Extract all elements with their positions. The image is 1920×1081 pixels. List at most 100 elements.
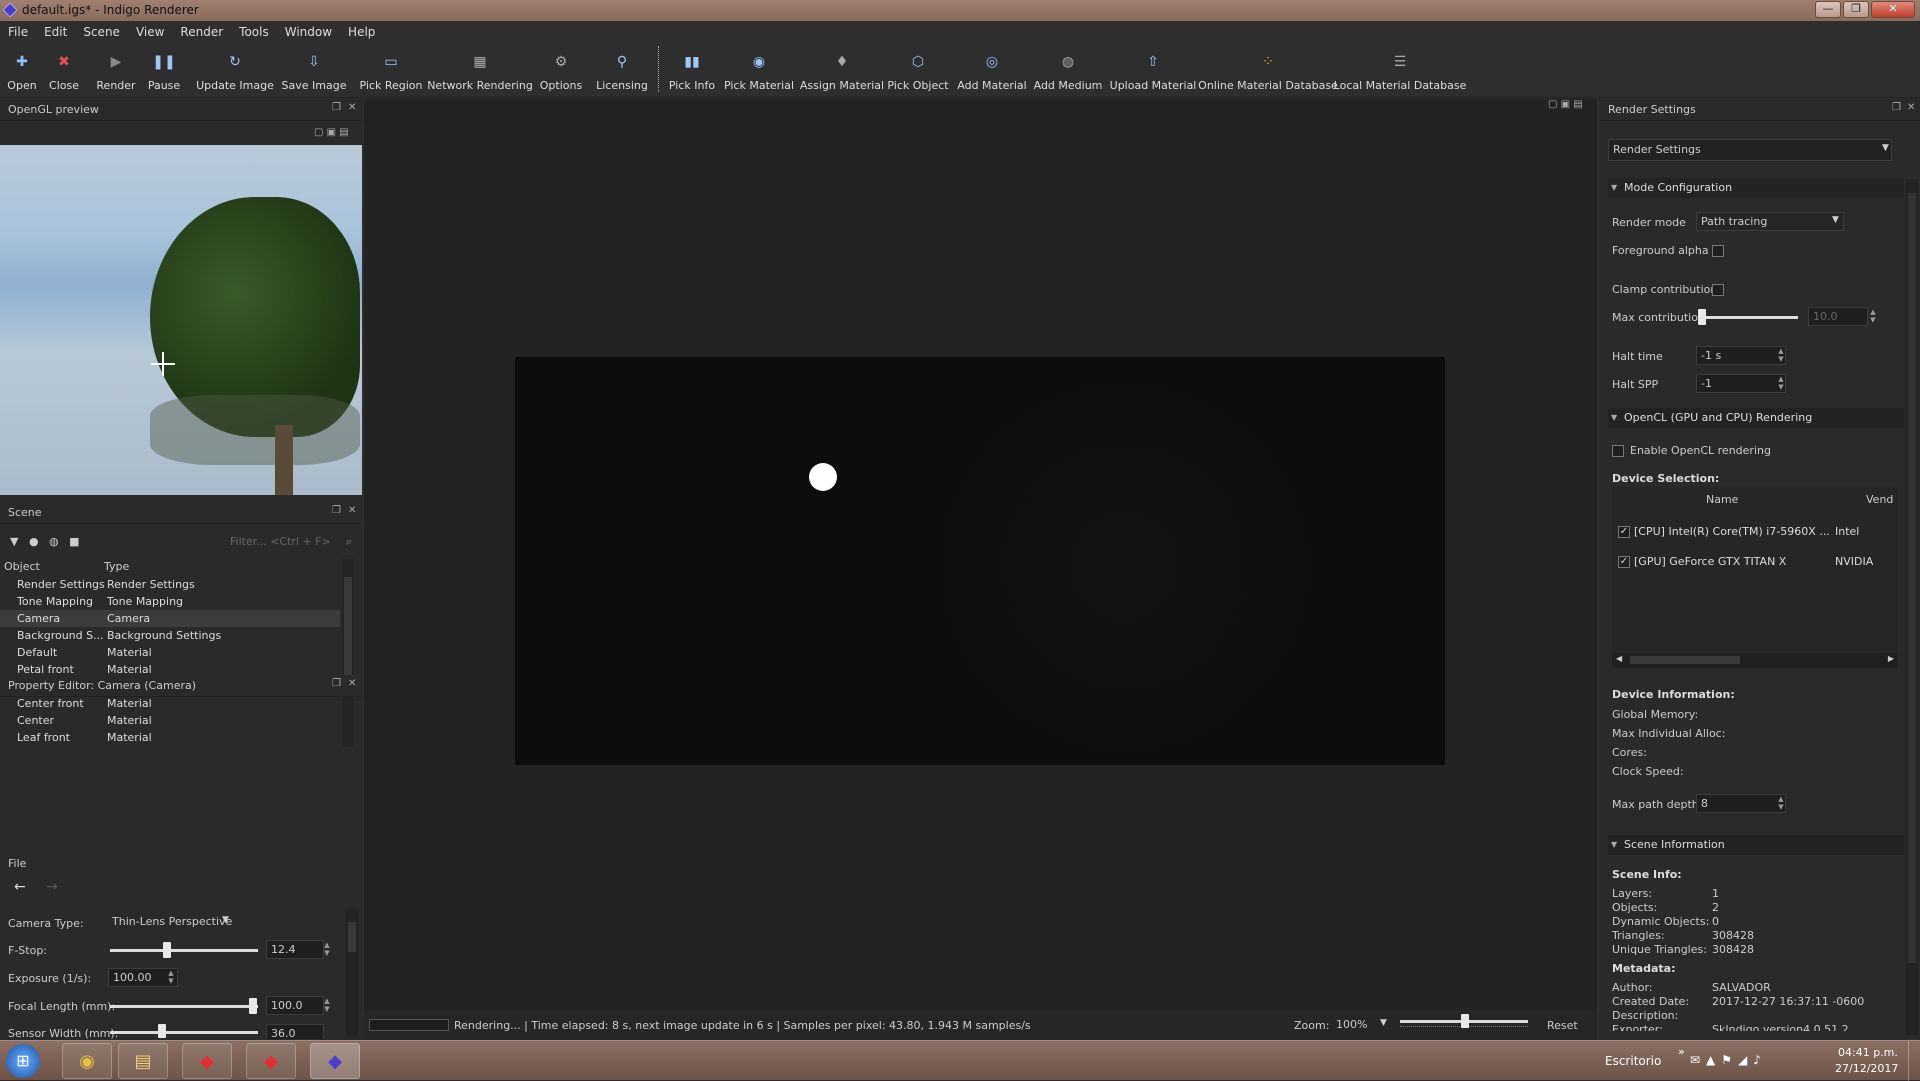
desktop-toolbar-label[interactable]: Escritorio [1605, 1054, 1661, 1068]
scene-tool-icons[interactable]: ▼ ● ◍ ■ [10, 535, 80, 548]
close-icon[interactable]: ✕ [1907, 103, 1917, 113]
toolbar-save-image-button[interactable]: ⇩ Save Image [274, 42, 354, 96]
scene-row[interactable]: Background S... Background Settings [0, 627, 340, 644]
scene-row[interactable]: Leaf front Material [0, 729, 340, 744]
device-col-vendor[interactable]: Vend [1866, 493, 1893, 506]
maximize-button[interactable]: ❐ [1843, 1, 1869, 18]
window-close-button[interactable]: ✕ [1871, 1, 1915, 18]
fstop-spinner[interactable]: ▲ ▼ [322, 941, 332, 958]
render-mode-select[interactable]: Path tracing [1696, 212, 1844, 231]
menu-help[interactable]: Help [348, 25, 375, 39]
zoom-slider-handle[interactable] [1461, 1014, 1469, 1028]
camera-type-select[interactable]: Thin-Lens Perspective [108, 913, 236, 932]
toolbar-pick-material-button[interactable]: ◉ Pick Material [719, 42, 799, 96]
forward-arrow-icon[interactable]: → [46, 879, 58, 895]
scene-row[interactable]: Center front Material [0, 695, 340, 712]
fstop-input[interactable]: 12.4 [266, 940, 324, 959]
scene-row[interactable]: Camera Camera [0, 610, 340, 627]
close-icon[interactable]: ✕ [348, 506, 358, 516]
focal-length-slider[interactable] [110, 1005, 258, 1008]
menu-edit[interactable]: Edit [44, 25, 67, 39]
sensor-width-input[interactable]: 36.0 [266, 1024, 324, 1040]
render-view[interactable]: ▢ ▣ ▤ [364, 99, 1597, 1040]
zoom-reset-button[interactable]: Reset [1547, 1019, 1578, 1032]
scene-information-section[interactable]: Scene Information [1608, 835, 1904, 855]
float-icon[interactable]: ❐ [332, 103, 342, 113]
render-image[interactable] [515, 357, 1445, 765]
menu-window[interactable]: Window [285, 25, 332, 39]
start-button[interactable]: ⊞ [6, 1044, 40, 1078]
render-view-buttons[interactable]: ▢ ▣ ▤ [1548, 99, 1583, 110]
halt-spp-spinner[interactable]: ▲ ▼ [1776, 375, 1786, 392]
toolbar-upload-material-button[interactable]: ⇧ Upload Material [1110, 42, 1197, 96]
device-gpu-checkbox[interactable]: ✓ [1618, 556, 1630, 568]
menu-scene[interactable]: Scene [83, 25, 120, 39]
chrome-task-icon[interactable]: ◉ [62, 1043, 112, 1079]
halt-time-input[interactable]: -1 s [1696, 346, 1786, 365]
property-scrollbar[interactable] [346, 908, 358, 1038]
max-path-depth-input[interactable]: 8 [1696, 794, 1786, 813]
foreground-alpha-checkbox[interactable] [1712, 245, 1724, 257]
menu-view[interactable]: View [136, 25, 164, 39]
device-cpu-checkbox[interactable]: ✓ [1618, 526, 1630, 538]
device-table-hscrollbar[interactable]: ◀ ▶ [1612, 653, 1898, 667]
close-icon[interactable]: ✕ [348, 103, 358, 113]
minimize-button[interactable]: — [1815, 1, 1841, 18]
halt-time-spinner[interactable]: ▲ ▼ [1776, 347, 1786, 364]
scene-filter-input[interactable]: Filter... <Ctrl + F> [226, 533, 358, 552]
clock-time[interactable]: 04:41 p.m. [1838, 1046, 1898, 1059]
sketchup-task-icon-2[interactable]: ◆ [246, 1043, 296, 1079]
toolbar-online-material-database-button[interactable]: ⁘ Online Material Database [1198, 42, 1338, 96]
toolbar-pick-object-button[interactable]: ⬡ Pick Object [878, 42, 958, 96]
preview-view-buttons[interactable]: ▢ ▣ ▤ [314, 127, 349, 138]
scene-row[interactable]: Render Settings Render Settings [0, 576, 340, 593]
opengl-viewport[interactable] [0, 145, 362, 495]
halt-spp-input[interactable]: -1 [1696, 374, 1786, 393]
scene-col-object[interactable]: Object [4, 560, 40, 573]
max-path-depth-spinner[interactable]: ▲ ▼ [1776, 795, 1786, 812]
fstop-slider[interactable] [110, 949, 258, 952]
exposure-spinner[interactable]: ▲ ▼ [166, 969, 176, 986]
float-icon[interactable]: ❐ [332, 506, 342, 516]
scene-scrollbar[interactable] [342, 559, 354, 747]
tray-icons[interactable]: ✉▲⚑◢♪ [1690, 1053, 1767, 1067]
back-arrow-icon[interactable]: ← [14, 879, 26, 895]
toolbar-pause-button[interactable]: ❚❚ Pause [124, 42, 204, 96]
clamp-contributions-checkbox[interactable] [1712, 284, 1724, 296]
sensor-width-slider[interactable] [110, 1031, 258, 1034]
menu-render[interactable]: Render [180, 25, 223, 39]
toolbar-local-material-database-button[interactable]: ☰ Local Material Database [1334, 42, 1467, 96]
scene-row[interactable]: Center Material [0, 712, 340, 729]
max-contribution-spinner[interactable]: ▲ ▼ [1868, 308, 1878, 325]
toolbar-add-medium-button[interactable]: ◍ Add Medium [1028, 42, 1108, 96]
toolbar-network-rendering-button[interactable]: ▦ Network Rendering [427, 42, 533, 96]
chevron-right-icon[interactable]: » [1678, 1045, 1685, 1058]
toolbar-update-image-button[interactable]: ↻ Update Image [195, 42, 275, 96]
show-desktop-button[interactable] [1908, 1041, 1920, 1081]
opencl-section[interactable]: OpenCL (GPU and CPU) Rendering [1608, 408, 1904, 428]
scene-row[interactable]: Tone Mapping Tone Mapping [0, 593, 340, 610]
menu-file[interactable]: File [8, 25, 28, 39]
clock-date[interactable]: 27/12/2017 [1835, 1062, 1898, 1075]
close-icon[interactable]: ✕ [348, 679, 358, 689]
enable-opencl-checkbox[interactable] [1612, 445, 1624, 457]
scene-row[interactable]: Default Material [0, 644, 340, 661]
sketchup-task-icon[interactable]: ◆ [182, 1043, 232, 1079]
menu-tools[interactable]: Tools [239, 25, 269, 39]
focal-length-input[interactable]: 100.0 [266, 996, 324, 1015]
property-menu-file[interactable]: File [8, 857, 26, 870]
indigo-task-icon[interactable]: ◆ [310, 1043, 360, 1079]
toolbar-add-material-button[interactable]: ◎ Add Material [952, 42, 1032, 96]
float-icon[interactable]: ❐ [1892, 103, 1902, 113]
toolbar-pick-region-button[interactable]: ▭ Pick Region [351, 42, 431, 96]
max-contribution-slider[interactable] [1700, 316, 1798, 319]
render-settings-preset-select[interactable]: Render Settings [1608, 139, 1892, 161]
scene-col-type[interactable]: Type [104, 560, 129, 573]
explorer-task-icon[interactable]: ▤ [118, 1043, 168, 1079]
toolbar-assign-material-button[interactable]: ♦ Assign Material [800, 42, 884, 96]
toolbar-licensing-button[interactable]: ⚲ Licensing [582, 42, 662, 96]
fstop-slider-handle[interactable] [163, 942, 171, 958]
render-settings-scrollbar[interactable] [1906, 179, 1918, 1035]
max-contribution-input[interactable]: 10.0 [1808, 307, 1868, 326]
focal-length-slider-handle[interactable] [249, 998, 257, 1014]
